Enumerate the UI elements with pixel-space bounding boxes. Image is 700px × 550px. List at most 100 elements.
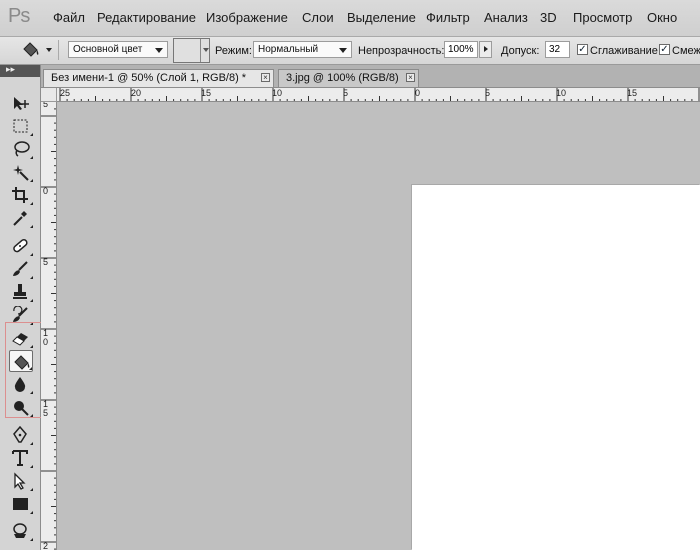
menu-image[interactable]: Изображение [206, 10, 288, 25]
close-icon[interactable]: × [261, 73, 270, 82]
submenu-corner-icon [30, 322, 33, 325]
healing-brush-tool-icon [13, 239, 28, 253]
eyedropper-tool[interactable] [9, 207, 33, 229]
vertical-ruler-ticks [41, 108, 56, 550]
mode-label: Режим: [215, 45, 252, 57]
lasso-tool[interactable] [9, 138, 33, 160]
submenu-corner-icon [30, 179, 33, 182]
menu-select[interactable]: Выделение [347, 10, 416, 25]
lasso-tool-icon [14, 141, 30, 157]
tool-preset-picker[interactable] [20, 40, 52, 60]
submenu-corner-icon [30, 414, 33, 417]
history-brush-tool-icon [13, 306, 28, 322]
path-selection-tool-icon [14, 472, 26, 490]
submenu-corner-icon [30, 225, 33, 228]
type-tool[interactable] [9, 447, 33, 469]
brush-tool-icon [13, 261, 28, 276]
move-tool[interactable] [9, 92, 33, 114]
chevron-down-icon [155, 48, 163, 53]
eyedropper-tool-icon [13, 211, 27, 226]
ruler-v-label: 0 [43, 186, 49, 196]
tolerance-input[interactable] [545, 41, 570, 58]
photoshop-logo: Ps [8, 5, 30, 27]
history-brush-tool[interactable] [9, 304, 33, 326]
opacity-label: Непрозрачность: [358, 45, 445, 57]
rectangle-tool[interactable] [9, 493, 33, 515]
contiguous-label: Смеж. [672, 45, 700, 57]
dodge-tool-icon [14, 401, 29, 416]
tolerance-label: Допуск: [501, 45, 540, 57]
ruler-v-label: 1 0 [43, 328, 49, 347]
opacity-slider-button[interactable] [479, 41, 492, 58]
path-selection-tool[interactable] [9, 470, 33, 492]
menu-window[interactable]: Окно [647, 10, 677, 25]
ruler-v-label: 2 [43, 541, 49, 550]
antialias-label: Сглаживание [590, 45, 658, 57]
ruler-v-label: 1 5 [43, 399, 49, 418]
submenu-corner-icon [30, 156, 33, 159]
3d-rotate-tool[interactable] [9, 520, 33, 542]
pattern-picker[interactable] [173, 38, 210, 63]
tab-document-2[interactable]: 3.jpg @ 100% (RGB/8) × [278, 69, 419, 87]
document-tab-bar: Без имени-1 @ 50% (Слой 1, RGB/8) * × 3.… [41, 65, 700, 88]
submenu-corner-icon [30, 538, 33, 541]
menu-3d[interactable]: 3D [540, 10, 557, 25]
ruler-h-label: 5 [485, 88, 491, 98]
clone-stamp-tool-icon [13, 284, 27, 299]
type-tool-icon [12, 450, 28, 466]
menu-filter[interactable]: Фильтр [426, 10, 470, 25]
ruler-h-label: 15 [201, 88, 212, 98]
marquee-tool-icon [13, 119, 28, 133]
crop-tool[interactable] [9, 184, 33, 206]
fill-source-dropdown[interactable]: Основной цвет [68, 41, 168, 58]
clone-stamp-tool[interactable] [9, 281, 33, 303]
submenu-corner-icon [30, 442, 33, 445]
blur-tool-icon [14, 377, 26, 392]
submenu-corner-icon [30, 465, 33, 468]
menu-edit[interactable]: Редактирование [97, 10, 196, 25]
magic-wand-tool-icon [13, 165, 29, 181]
menu-file[interactable]: Файл [53, 10, 85, 25]
vertical-ruler[interactable]: 5 0 5 1 0 1 5 2 [41, 102, 57, 550]
submenu-corner-icon [30, 488, 33, 491]
chevron-down-icon [46, 48, 52, 52]
opacity-input[interactable] [444, 41, 478, 58]
horizontal-ruler[interactable]: 25 20 15 10 5 0 5 10 15 [57, 88, 700, 102]
paint-bucket-icon [23, 42, 39, 57]
pen-tool[interactable] [9, 424, 33, 446]
dodge-tool[interactable] [9, 396, 33, 418]
tab-document-1[interactable]: Без имени-1 @ 50% (Слой 1, RGB/8) * × [43, 69, 274, 87]
horizontal-ruler-ticks [59, 88, 700, 101]
tools-panel-header[interactable]: ▸▸ [0, 64, 40, 77]
submenu-corner-icon [30, 391, 33, 394]
3d-rotate-tool-icon [13, 523, 27, 538]
menu-analysis[interactable]: Анализ [484, 10, 528, 25]
options-bar: Основной цвет Режим: Нормальный Непрозра… [0, 37, 700, 65]
menu-bar: Ps Файл Редактирование Изображение Слои … [0, 0, 700, 37]
collapse-icon[interactable]: ▸▸ [6, 64, 15, 75]
pen-tool-icon [13, 426, 27, 443]
menu-view[interactable]: Просмотр [573, 10, 632, 25]
ruler-v-label: 5 [43, 102, 49, 109]
healing-brush-tool[interactable] [9, 235, 33, 257]
marquee-tool[interactable] [9, 115, 33, 137]
eraser-tool[interactable] [9, 327, 33, 349]
document-canvas[interactable] [412, 185, 700, 550]
paint-bucket-tool[interactable] [9, 350, 33, 372]
ruler-h-label: 20 [131, 88, 142, 98]
chevron-down-icon [203, 48, 209, 52]
menu-layers[interactable]: Слои [302, 10, 334, 25]
submenu-corner-icon [30, 202, 33, 205]
contiguous-checkbox[interactable]: ✓ [659, 44, 670, 55]
ruler-h-label: 10 [556, 88, 567, 98]
submenu-corner-icon [30, 511, 33, 514]
rectangle-tool-icon [13, 498, 28, 510]
close-icon[interactable]: × [406, 73, 415, 82]
brush-tool[interactable] [9, 258, 33, 280]
submenu-corner-icon [30, 133, 33, 136]
blur-tool[interactable] [9, 373, 33, 395]
ruler-origin[interactable] [41, 88, 57, 102]
blend-mode-dropdown[interactable]: Нормальный [253, 41, 352, 58]
antialias-checkbox[interactable]: ✓ [577, 44, 588, 55]
magic-wand-tool[interactable] [9, 161, 33, 183]
